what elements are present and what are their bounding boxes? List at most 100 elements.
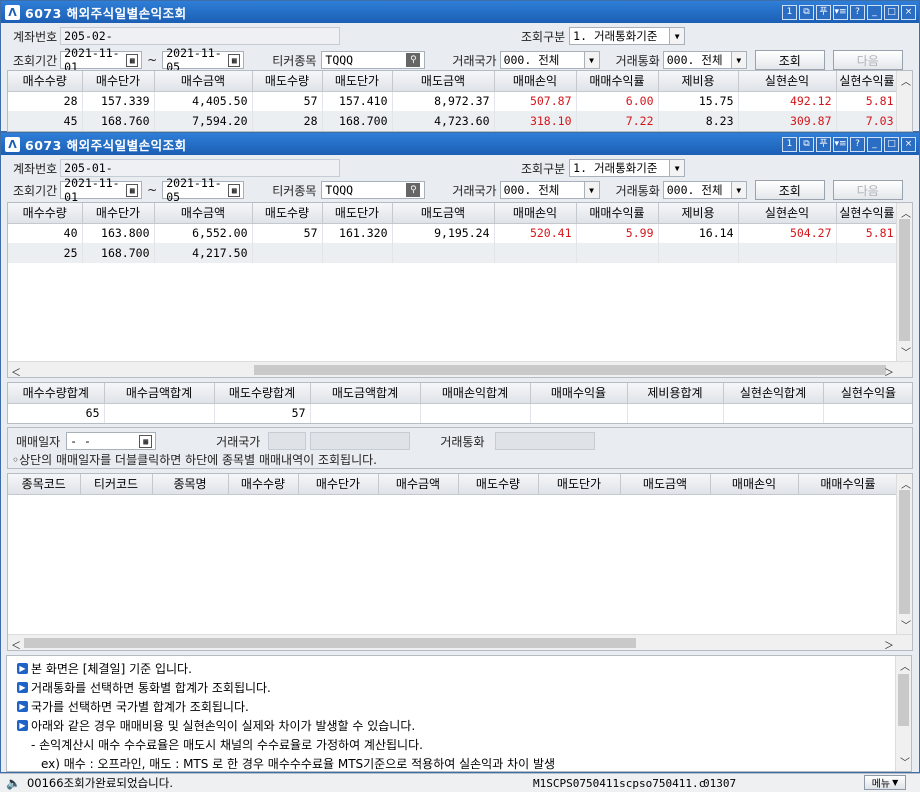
scroll-right-icon[interactable]: ＞ [884,637,894,650]
next-button[interactable]: 다음 [832,50,903,70]
col-header[interactable]: 실현수익률 [836,203,899,224]
query-type-select[interactable]: 1. 거래통화기준 ▼ [569,159,686,177]
country-select[interactable]: 000. 전체 ▼ [499,51,600,69]
scroll-up-icon[interactable]: ︿ [901,73,911,88]
col-header[interactable]: 매수금액 [378,474,459,495]
calendar-icon[interactable]: ▦ [126,183,139,197]
col-header[interactable]: 매도금액 [392,71,495,92]
title-bar[interactable]: Λ 6073 해외주식일별손익조회 1 ⧉ 푸 ▾≡ ? _ □ × [1,1,919,23]
vertical-scrollbar[interactable]: ︿ [896,71,912,131]
date-to-field[interactable]: 2021-11-05 ▦ [162,176,245,204]
pin-button[interactable]: 푸 [816,136,831,152]
table-row[interactable]: 40 163.800 6,552.00 57 161.320 9,195.24 … [8,223,899,243]
date-from-field[interactable]: 2021-11-01 ▦ [60,176,143,204]
currency-select[interactable]: 000. 전체 ▼ [662,51,747,69]
account-field[interactable]: 205-01- [60,159,341,177]
col-header[interactable]: 매매손익 [494,71,577,92]
help-button[interactable]: ? [850,4,865,20]
col-header[interactable]: 제비용 [658,71,739,92]
col-header[interactable]: 매수단가 [82,71,155,92]
minimize-button[interactable]: _ [867,136,882,152]
scroll-thumb[interactable] [899,490,910,614]
col-header[interactable]: 매수단가 [298,474,379,495]
col-header[interactable]: 매수단가 [82,203,155,224]
scroll-thumb[interactable] [254,365,886,375]
scroll-down-icon[interactable]: ﹀ [900,754,910,769]
col-header[interactable]: 종목코드 [8,474,81,495]
col-header[interactable]: 종목명 [152,474,229,495]
maximize-button[interactable]: □ [884,136,899,152]
close-button[interactable]: × [901,136,916,152]
col-header[interactable]: 매도수량 [252,71,323,92]
menu-button[interactable]: ▾≡ [833,136,848,152]
vertical-scrollbar[interactable]: ︿ ﹀ [896,474,912,634]
vertical-scrollbar[interactable]: ︿ ﹀ [896,203,912,361]
col-header[interactable]: 매수금액 [154,71,253,92]
copy-window-button[interactable]: ⧉ [799,4,814,20]
menu-button[interactable]: ▾≡ [833,4,848,20]
col-header[interactable]: 매도금액 [620,474,711,495]
table-row[interactable]: 45 168.760 7,594.20 28 168.700 4,723.60 … [8,111,899,131]
col-header[interactable]: 매매수익률 [576,71,659,92]
calendar-icon[interactable]: ▦ [139,434,153,448]
col-header[interactable]: 제비용 [658,203,739,224]
col-header[interactable]: 매도단가 [538,474,621,495]
title-bar[interactable]: Λ 6073 해외주식일별손익조회 1 ⧉ 푸 ▾≡ ? _ □ × [1,133,919,155]
scroll-up-icon[interactable]: ︿ [901,476,911,491]
date-from-field[interactable]: 2021-11-01 ▦ [60,46,143,74]
scroll-up-icon[interactable]: ︿ [900,658,910,673]
col-header[interactable]: 매매수익률 [798,474,899,495]
col-header[interactable]: 실현손익 [738,71,837,92]
ticker-field[interactable]: TQQQ ⚲ [321,51,426,69]
calendar-icon[interactable]: ▦ [228,183,241,197]
date-to-field[interactable]: 2021-11-05 ▦ [162,46,245,74]
col-header[interactable]: 매매손익 [494,203,577,224]
scroll-down-icon[interactable]: ﹀ [901,344,911,359]
query-button[interactable]: 조회 [754,180,825,200]
ticker-field[interactable]: TQQQ ⚲ [321,181,426,199]
scroll-left-icon[interactable]: ＜ [11,637,21,650]
col-header[interactable]: 티커코드 [80,474,153,495]
horizontal-scrollbar[interactable]: ＜ ＞ [8,634,912,650]
minimize-button[interactable]: _ [867,4,882,20]
query-type-select[interactable]: 1. 거래통화기준 ▼ [569,27,686,45]
menu-dropdown-button[interactable]: 메뉴 ▼ [864,775,906,790]
col-header[interactable]: 매수금액 [154,203,253,224]
currency-select[interactable]: 000. 전체 ▼ [662,181,747,199]
col-header[interactable]: 매수수량 [8,71,83,92]
scroll-down-icon[interactable]: ﹀ [901,617,911,632]
vertical-scrollbar[interactable]: ︿ ﹀ [895,656,911,771]
horizontal-scrollbar[interactable]: ＜ ＞ [8,361,912,377]
col-header[interactable]: 매매손익 [710,474,799,495]
scroll-right-icon[interactable]: ＞ [884,364,894,377]
search-icon[interactable]: ⚲ [406,53,421,67]
col-header[interactable]: 실현손익 [738,203,837,224]
scroll-thumb[interactable] [24,638,636,648]
trade-date-field[interactable]: - - ▦ [66,432,157,450]
col-header[interactable]: 매도수량 [252,203,323,224]
link-button[interactable]: 1 [782,136,797,152]
col-header[interactable]: 매수수량 [228,474,299,495]
col-header[interactable]: 매도수량 [458,474,539,495]
scroll-left-icon[interactable]: ＜ [11,364,21,377]
calendar-icon[interactable]: ▦ [126,53,139,67]
maximize-button[interactable]: □ [884,4,899,20]
help-button[interactable]: ? [850,136,865,152]
calendar-icon[interactable]: ▦ [228,53,241,67]
link-button[interactable]: 1 [782,4,797,20]
scroll-thumb[interactable] [899,219,910,341]
search-icon[interactable]: ⚲ [406,183,421,197]
table-row[interactable]: 25 168.700 4,217.50 [8,243,899,263]
query-button[interactable]: 조회 [754,50,825,70]
col-header[interactable]: 매매수익률 [576,203,659,224]
col-header[interactable]: 매수수량 [8,203,83,224]
account-field[interactable]: 205-02- [60,27,341,45]
col-header[interactable]: 매도단가 [322,203,393,224]
scroll-up-icon[interactable]: ︿ [901,205,911,220]
country-select[interactable]: 000. 전체 ▼ [499,181,600,199]
close-button[interactable]: × [901,4,916,20]
col-header[interactable]: 매도단가 [322,71,393,92]
scroll-thumb[interactable] [898,674,909,726]
speaker-icon[interactable]: 🔈 [6,776,21,790]
next-button[interactable]: 다음 [832,180,903,200]
